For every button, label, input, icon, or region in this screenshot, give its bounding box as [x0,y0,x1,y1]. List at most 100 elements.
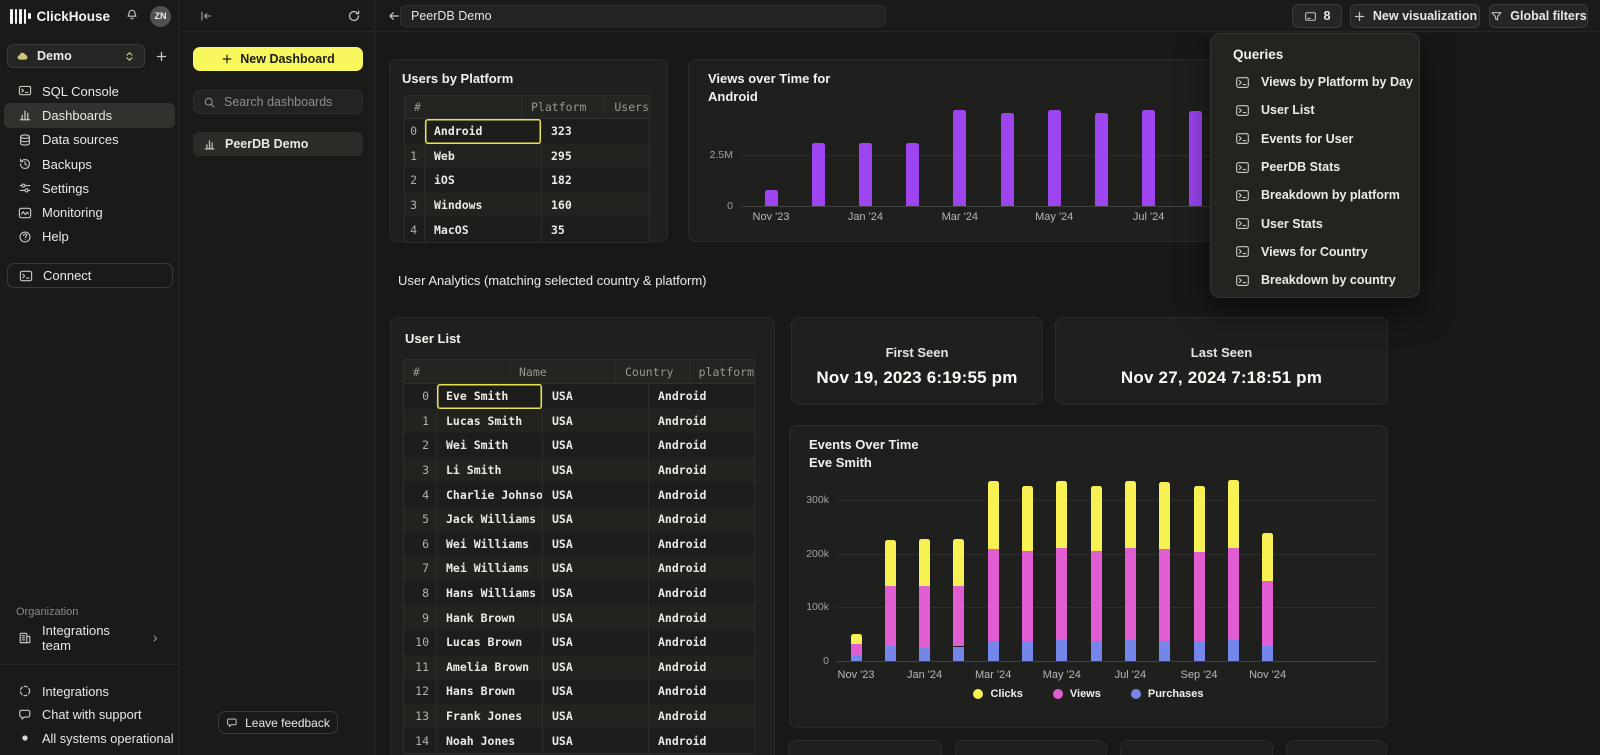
country-cell[interactable]: USA [543,433,649,458]
search-input[interactable] [224,95,353,109]
country-cell[interactable]: USA [543,482,649,507]
dashboard-list-item[interactable]: PeerDB Demo [193,132,363,156]
name-cell[interactable]: Charlie Johnson [437,482,543,507]
name-cell[interactable]: Hans Williams [437,581,543,606]
platform-cell[interactable]: iOS [425,168,542,193]
platform-cell[interactable]: Android [425,119,542,144]
table-row[interactable]: 3 Windows 160 [405,193,649,218]
queries-count-button[interactable]: 8 [1292,4,1342,28]
sidebar-nav-item[interactable]: Dashboards [4,103,175,127]
table-row[interactable]: 12 Hans Brown USA Android [404,679,754,704]
organization-team-item[interactable]: Integrations team [4,626,175,650]
table-row[interactable]: 0 Android 323 [405,119,649,144]
global-filters-button[interactable]: Global filters [1489,4,1588,28]
connect-button[interactable]: Connect [7,263,173,288]
platform-cell[interactable]: MacOS [425,217,542,242]
new-dashboard-button[interactable]: New Dashboard [193,47,363,71]
sidebar-nav-item[interactable]: Data sources [4,128,175,152]
table-row[interactable]: 3 Li Smith USA Android [404,458,754,483]
query-menu-item[interactable]: Views by Platform by Day [1211,68,1419,96]
name-cell[interactable]: Hank Brown [437,605,543,630]
country-cell[interactable]: USA [543,507,649,532]
refresh-icon[interactable] [347,9,361,23]
query-menu-item[interactable]: Events for User [1211,125,1419,153]
leave-feedback-button[interactable]: Leave feedback [218,711,338,734]
table-row[interactable]: 0 Eve Smith USA Android [404,384,754,409]
users-cell[interactable]: 160 [542,193,649,218]
name-cell[interactable]: Frank Jones [437,704,543,729]
query-menu-item[interactable]: Breakdown by platform [1211,181,1419,209]
platform-cell[interactable]: Android [649,433,754,458]
dashboard-title-input[interactable] [400,5,886,27]
add-service-button[interactable] [151,46,171,66]
table-row[interactable]: 1 Lucas Smith USA Android [404,409,754,434]
platform-cell[interactable]: Android [649,605,754,630]
table-row[interactable]: 5 Jack Williams USA Android [404,507,754,532]
users-cell[interactable]: 323 [542,119,649,144]
platform-cell[interactable]: Android [649,704,754,729]
platform-cell[interactable]: Android [649,556,754,581]
platform-cell[interactable]: Android [649,482,754,507]
sidebar-footer-item[interactable]: All systems operational [4,727,175,749]
name-cell[interactable]: Lucas Brown [437,630,543,655]
country-cell[interactable]: USA [543,581,649,606]
country-cell[interactable]: USA [543,630,649,655]
platform-cell[interactable]: Android [649,384,754,409]
country-cell[interactable]: USA [543,458,649,483]
name-cell[interactable]: Noah Jones [437,728,543,753]
table-row[interactable]: 1 Web 295 [405,144,649,169]
platform-cell[interactable]: Android [649,728,754,753]
name-cell[interactable]: Hans Brown [437,679,543,704]
sidebar-nav-item[interactable]: Settings [4,176,175,200]
name-cell[interactable]: Amelia Brown [437,655,543,680]
table-row[interactable]: 14 Noah Jones USA Android [404,728,754,753]
table-row[interactable]: 10 Lucas Brown USA Android [404,630,754,655]
country-cell[interactable]: USA [543,384,649,409]
query-menu-item[interactable]: User List [1211,96,1419,124]
sidebar-nav-item[interactable]: Monitoring [4,200,175,224]
name-cell[interactable]: Lucas Smith [437,409,543,434]
name-cell[interactable]: Wei Williams [437,532,543,557]
workspace-selector[interactable]: Demo [7,44,145,68]
platform-cell[interactable]: Android [649,409,754,434]
query-menu-item[interactable]: PeerDB Stats [1211,153,1419,181]
country-cell[interactable]: USA [543,605,649,630]
country-cell[interactable]: USA [543,409,649,434]
users-cell[interactable]: 182 [542,168,649,193]
platform-cell[interactable]: Android [649,532,754,557]
platform-cell[interactable]: Android [649,679,754,704]
platform-cell[interactable]: Android [649,507,754,532]
table-row[interactable]: 4 MacOS 35 [405,217,649,242]
query-menu-item[interactable]: User Stats [1211,209,1419,237]
table-row[interactable]: 7 Mei Williams USA Android [404,556,754,581]
country-cell[interactable]: USA [543,532,649,557]
country-cell[interactable]: USA [543,655,649,680]
table-row[interactable]: 2 Wei Smith USA Android [404,433,754,458]
notifications-button[interactable] [125,8,141,24]
table-row[interactable]: 11 Amelia Brown USA Android [404,655,754,680]
name-cell[interactable]: Wei Smith [437,433,543,458]
sidebar-footer-item[interactable]: Chat with support [4,704,175,726]
platform-cell[interactable]: Android [649,655,754,680]
sidebar-nav-item[interactable]: SQL Console [4,79,175,103]
users-cell[interactable]: 295 [542,144,649,169]
new-visualization-button[interactable]: New visualization [1350,4,1480,28]
platform-cell[interactable]: Web [425,144,542,169]
sidebar-nav-item[interactable]: Help [4,225,175,249]
users-cell[interactable]: 35 [542,217,649,242]
table-row[interactable]: 9 Hank Brown USA Android [404,605,754,630]
name-cell[interactable]: Jack Williams [437,507,543,532]
country-cell[interactable]: USA [543,679,649,704]
table-row[interactable]: 8 Hans Williams USA Android [404,581,754,606]
table-row[interactable]: 6 Wei Williams USA Android [404,532,754,557]
sidebar-nav-item[interactable]: Backups [4,152,175,176]
table-row[interactable]: 4 Charlie Johnson USA Android [404,482,754,507]
country-cell[interactable]: USA [543,704,649,729]
query-menu-item[interactable]: Views for Country [1211,238,1419,266]
collapse-left-icon[interactable] [199,9,213,23]
name-cell[interactable]: Eve Smith [437,384,543,409]
sidebar-footer-item[interactable]: Integrations [4,680,175,702]
platform-cell[interactable]: Android [649,630,754,655]
query-menu-item[interactable]: Breakdown by country [1211,266,1419,294]
platform-cell[interactable]: Windows [425,193,542,218]
